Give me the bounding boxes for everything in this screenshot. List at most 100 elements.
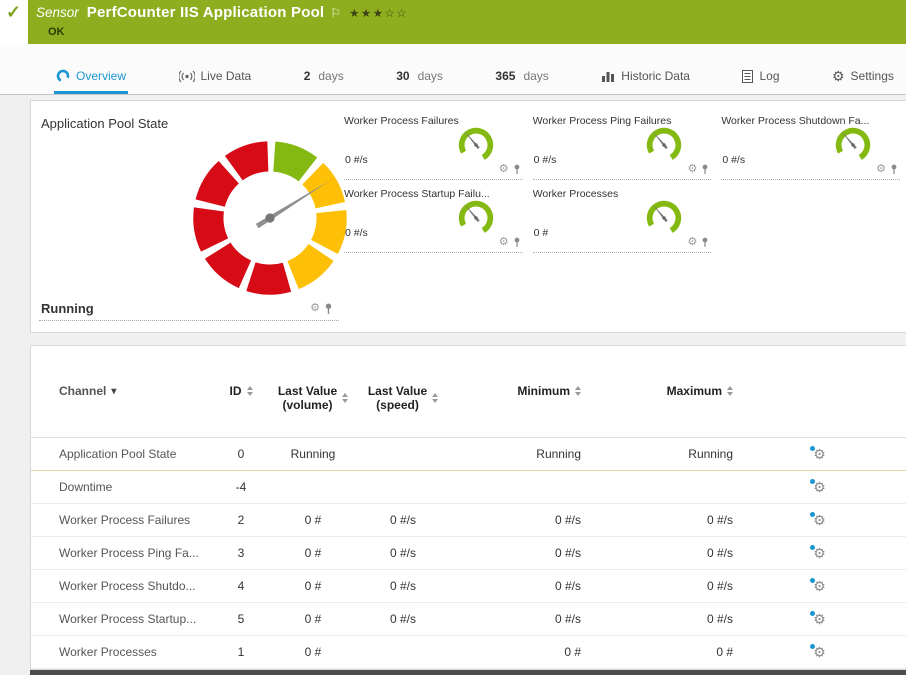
- main-gauge-footer: Running ⚙: [39, 301, 339, 321]
- sort-icon[interactable]: [727, 386, 733, 396]
- tab-live-data[interactable]: Live Data: [177, 62, 254, 94]
- priority-stars[interactable]: ★★★☆☆: [349, 6, 408, 20]
- tab-label: Live Data: [201, 69, 252, 83]
- tab-settings[interactable]: ⚙ Settings: [830, 62, 896, 94]
- cell-last-value-speed: 0 #/s: [355, 513, 451, 527]
- table-row-worker-process-startup-failures[interactable]: Worker Process Startup... 5 0 # 0 #/s 0 …: [31, 603, 906, 636]
- cell-id: 5: [211, 612, 271, 626]
- cell-last-value-volume: 0 #: [271, 513, 355, 527]
- cell-minimum: 0 #/s: [451, 546, 581, 560]
- cell-last-value-volume: 0 #: [271, 546, 355, 560]
- col-header-last-value-volume[interactable]: Last Value (volume): [271, 384, 355, 413]
- channel-settings-gear-icon[interactable]: ⚙: [813, 612, 826, 626]
- cell-last-value-volume: Running: [271, 447, 355, 461]
- tab-label: Settings: [851, 69, 894, 83]
- cell-id: -4: [211, 480, 271, 494]
- pin-icon[interactable]: [513, 237, 521, 248]
- cell-last-value-volume: 0 #: [271, 579, 355, 593]
- chevron-down-icon: ▾: [111, 386, 116, 397]
- small-gauge-icon: [643, 197, 685, 239]
- col-header-id[interactable]: ID: [211, 384, 271, 398]
- col-header-label: Maximum: [667, 384, 722, 398]
- cell-minimum: 0 #/s: [451, 612, 581, 626]
- sensor-status-bar: ✓ Sensor PerfCounter IIS Application Poo…: [0, 0, 906, 44]
- tab-2-days[interactable]: 2 days: [302, 62, 346, 94]
- tab-label-number: 30: [396, 69, 409, 83]
- application-pool-state-gauge[interactable]: [177, 125, 363, 311]
- col-header-maximum[interactable]: Maximum: [581, 384, 733, 398]
- col-header-last-value-speed[interactable]: Last Value (speed): [355, 384, 451, 413]
- channel-settings-gear-icon[interactable]: ⚙: [813, 546, 826, 560]
- log-document-icon: [742, 70, 753, 83]
- gauge-tile-worker-process-ping-failures[interactable]: Worker Process Ping Failures 0 #/s ⚙: [533, 109, 712, 180]
- col-header-minimum[interactable]: Minimum: [451, 384, 581, 398]
- tab-overview[interactable]: Overview: [54, 62, 128, 94]
- tab-label-unit: days: [418, 69, 443, 83]
- table-row-worker-process-shutdown-failures[interactable]: Worker Process Shutdo... 4 0 # 0 #/s 0 #…: [31, 570, 906, 603]
- channel-settings-gear-icon[interactable]: ⚙: [813, 579, 826, 593]
- gauge-tile-worker-process-startup-failures[interactable]: Worker Process Startup Failu... 0 #/s ⚙: [344, 182, 523, 253]
- col-header-channel[interactable]: Channel ▾: [31, 384, 211, 398]
- col-header-label: (volume): [278, 398, 337, 412]
- sort-icon[interactable]: [432, 393, 438, 403]
- sensor-title: PerfCounter IIS Application Pool: [87, 4, 325, 21]
- tile-value: 0 #/s: [534, 154, 557, 166]
- priority-flag-icon[interactable]: ⚐: [330, 6, 341, 20]
- tab-log[interactable]: Log: [740, 62, 781, 94]
- next-section-edge: [30, 670, 906, 675]
- cell-channel: Worker Processes: [31, 645, 211, 659]
- small-gauge-icon: [455, 197, 497, 239]
- tab-label-number: 2: [304, 69, 311, 83]
- table-row-application-pool-state[interactable]: Application Pool State 0 Running Running…: [31, 438, 906, 471]
- cell-maximum: 0 #: [581, 645, 733, 659]
- pin-icon[interactable]: [701, 237, 709, 248]
- cell-id: 2: [211, 513, 271, 527]
- col-header-label: ID: [230, 384, 242, 398]
- channel-settings-gear-icon[interactable]: ⚙: [813, 480, 826, 494]
- tile-value: 0 #/s: [345, 227, 368, 239]
- cell-maximum: 0 #/s: [581, 579, 733, 593]
- gauge-settings-gear-icon[interactable]: ⚙: [687, 237, 697, 248]
- gauge-tile-worker-processes[interactable]: Worker Processes 0 # ⚙: [533, 182, 712, 253]
- tab-30-days[interactable]: 30 days: [394, 62, 445, 94]
- col-header-label: Last Value: [278, 384, 337, 398]
- gauge-settings-gear-icon[interactable]: ⚙: [876, 164, 886, 175]
- table-header-row: Channel ▾ ID Last Value (volume) Last Va…: [31, 380, 906, 438]
- channel-settings-gear-icon[interactable]: ⚙: [813, 645, 826, 659]
- table-row-downtime[interactable]: Downtime -4 ⚙: [31, 471, 906, 504]
- main-gauge-value: Running: [41, 301, 94, 316]
- tab-label: Log: [759, 69, 779, 83]
- tab-historic-data[interactable]: Historic Data: [599, 62, 692, 94]
- table-row-worker-processes[interactable]: Worker Processes 1 0 # 0 # 0 # ⚙: [31, 636, 906, 669]
- cell-last-value-volume: 0 #: [271, 645, 355, 659]
- gauge-settings-gear-icon[interactable]: ⚙: [499, 237, 509, 248]
- cell-channel: Worker Process Startup...: [31, 612, 211, 626]
- pin-icon[interactable]: [890, 164, 898, 175]
- cell-channel: Worker Process Shutdo...: [31, 579, 211, 593]
- channel-settings-gear-icon[interactable]: ⚙: [813, 513, 826, 527]
- sort-icon[interactable]: [247, 386, 253, 396]
- cell-maximum: 0 #/s: [581, 546, 733, 560]
- object-kind-label: Sensor: [36, 5, 79, 20]
- gauge-settings-gear-icon[interactable]: ⚙: [310, 303, 320, 314]
- sort-icon[interactable]: [342, 393, 348, 403]
- tab-365-days[interactable]: 365 days: [493, 62, 550, 94]
- table-row-worker-process-failures[interactable]: Worker Process Failures 2 0 # 0 #/s 0 #/…: [31, 504, 906, 537]
- gauge-settings-gear-icon[interactable]: ⚙: [687, 164, 697, 175]
- tile-value: 0 #/s: [722, 154, 745, 166]
- gauge-settings-gear-icon[interactable]: ⚙: [499, 164, 509, 175]
- status-check-icon: ✓: [6, 2, 21, 23]
- col-header-label: Minimum: [517, 384, 570, 398]
- pin-icon[interactable]: [701, 164, 709, 175]
- cell-id: 0: [211, 447, 271, 461]
- cell-id: 3: [211, 546, 271, 560]
- cell-minimum: Running: [451, 447, 581, 461]
- cell-last-value-volume: 0 #: [271, 612, 355, 626]
- table-row-worker-process-ping-failures[interactable]: Worker Process Ping Fa... 3 0 # 0 #/s 0 …: [31, 537, 906, 570]
- channel-settings-gear-icon[interactable]: ⚙: [813, 447, 826, 461]
- pin-icon[interactable]: [513, 164, 521, 175]
- pin-icon[interactable]: [324, 303, 333, 315]
- gauge-tile-worker-process-shutdown-failures[interactable]: Worker Process Shutdown Fa... 0 #/s ⚙: [721, 109, 900, 180]
- gauge-tile-worker-process-failures[interactable]: Worker Process Failures 0 #/s ⚙: [344, 109, 523, 180]
- settings-gear-icon: ⚙: [832, 69, 845, 83]
